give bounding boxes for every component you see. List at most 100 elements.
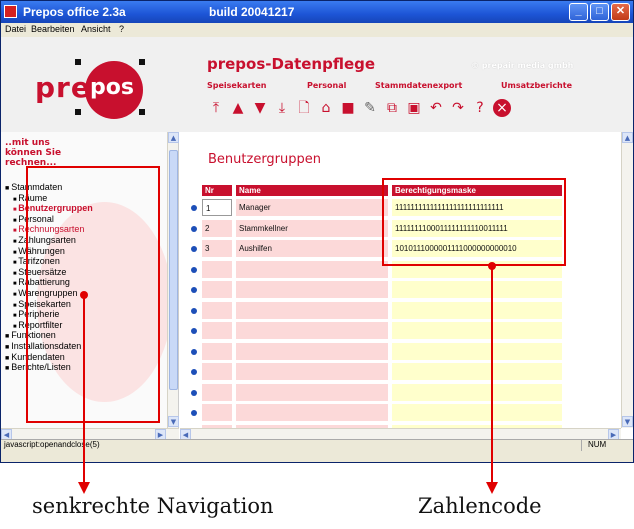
home-icon[interactable]: ⌂ xyxy=(317,99,335,117)
row-marker-icon[interactable] xyxy=(191,369,197,375)
table-cell[interactable] xyxy=(236,342,388,360)
table-cell[interactable] xyxy=(236,322,388,339)
undo-icon[interactable]: ↶ xyxy=(427,99,445,117)
close-circle-icon[interactable]: × xyxy=(493,99,511,117)
annotation-arrowhead xyxy=(486,482,498,494)
prepos-logo: pre pos xyxy=(27,51,155,121)
table-cell[interactable] xyxy=(202,383,232,401)
last-icon[interactable]: ⤓ xyxy=(273,99,291,117)
row-marker-icon[interactable] xyxy=(191,225,197,232)
help-icon[interactable]: ? xyxy=(471,99,489,117)
logo-text-pre: pre xyxy=(35,71,91,104)
row-marker-icon[interactable] xyxy=(191,328,197,334)
table-cell[interactable] xyxy=(392,281,562,298)
row-marker-icon[interactable] xyxy=(191,287,197,293)
app-header: pre pos prepos-Datenpflege © prepair med… xyxy=(1,37,633,132)
caption-left: senkrechte Navigation xyxy=(32,494,274,518)
table-cell[interactable] xyxy=(392,383,562,401)
first-icon[interactable]: ⤒ xyxy=(207,99,225,117)
menu-bearbeiten[interactable]: Bearbeiten xyxy=(31,24,75,34)
minimize-button[interactable]: _ xyxy=(569,3,588,21)
row-marker-icon[interactable] xyxy=(191,266,197,273)
nav-link-speisekarten[interactable]: Speisekarten xyxy=(207,81,266,90)
paste-icon[interactable]: ▣ xyxy=(405,99,423,117)
table-cell[interactable]: 1 xyxy=(202,199,232,216)
table-cell[interactable]: 2 xyxy=(202,219,232,237)
edit-icon[interactable]: ✎ xyxy=(361,99,379,117)
scroll-up-icon[interactable]: ▲ xyxy=(168,132,179,143)
annotation-box-navigation xyxy=(26,166,160,423)
nav-link-umsatzberichte[interactable]: Umsatzberichte xyxy=(501,81,572,90)
window-title: Prepos office 2.3a xyxy=(23,5,126,19)
status-bar: javascript:openandclose(5) NUM xyxy=(1,439,633,451)
table-cell[interactable] xyxy=(236,383,388,401)
nav-link-personal[interactable]: Personal xyxy=(307,81,346,90)
app-icon xyxy=(4,5,17,18)
table-cell[interactable] xyxy=(236,363,388,380)
table-cell[interactable] xyxy=(392,301,562,319)
column-header[interactable]: Nr xyxy=(202,185,232,196)
annotation-arrowhead xyxy=(78,482,90,494)
table-cell[interactable] xyxy=(202,322,232,339)
table-cell[interactable]: Aushilfen xyxy=(236,240,388,257)
logo-text-pos: pos xyxy=(90,75,134,100)
menu-datei[interactable]: Datei xyxy=(5,24,26,34)
main-panel: Benutzergruppen Nr Name Berechtigungsmaske… xyxy=(180,132,621,428)
row-marker-icon[interactable] xyxy=(191,205,197,211)
main-hscrollbar[interactable]: ◀ ▶ xyxy=(180,428,621,440)
table-cell[interactable] xyxy=(236,404,388,421)
table-cell[interactable] xyxy=(202,342,232,360)
table-cell[interactable] xyxy=(202,404,232,421)
logo-dot xyxy=(75,109,81,115)
row-marker-icon[interactable] xyxy=(191,410,197,416)
table-cell[interactable] xyxy=(202,301,232,319)
title-bar: Prepos office 2.3a build 20041217 _ □ ✕ xyxy=(1,1,633,23)
table-cell[interactable] xyxy=(392,404,562,421)
up-icon[interactable]: ▲ xyxy=(229,99,247,117)
main-scrollbar[interactable]: ▲ ▼ xyxy=(621,132,633,428)
table-cell[interactable]: 3 xyxy=(202,240,232,257)
table-cell[interactable] xyxy=(236,260,388,278)
down-icon[interactable]: ▼ xyxy=(251,99,269,117)
table-cell[interactable] xyxy=(236,301,388,319)
table-cell[interactable] xyxy=(202,260,232,278)
nav-link-stammdatenexport[interactable]: Stammdatenexport xyxy=(375,81,462,90)
row-marker-icon[interactable] xyxy=(191,389,197,396)
row-marker-icon[interactable] xyxy=(191,348,197,355)
table-cell[interactable] xyxy=(202,281,232,298)
menu-help[interactable]: ? xyxy=(119,24,124,34)
scroll-down-icon[interactable]: ▼ xyxy=(622,416,633,427)
table-cell[interactable]: Manager xyxy=(236,199,388,216)
row-marker-icon[interactable] xyxy=(191,307,197,314)
table-cell[interactable]: Stammkellner xyxy=(236,219,388,237)
column-header[interactable]: Name xyxy=(236,185,388,196)
logo-dot xyxy=(139,59,145,65)
status-text: javascript:openandclose(5) xyxy=(4,440,100,449)
table-cell[interactable] xyxy=(202,363,232,380)
sidebar-hscrollbar[interactable]: ◀ ▶ xyxy=(1,428,179,440)
logo-dot xyxy=(75,59,81,65)
scroll-up-icon[interactable]: ▲ xyxy=(622,132,633,143)
table-cell[interactable] xyxy=(236,281,388,298)
menu-ansicht[interactable]: Ansicht xyxy=(81,24,111,34)
annotation-box-code xyxy=(382,178,566,266)
scroll-down-icon[interactable]: ▼ xyxy=(168,416,179,427)
sidebar-scroll-thumb[interactable] xyxy=(169,150,178,390)
close-button[interactable]: ✕ xyxy=(611,3,630,21)
new-page-icon[interactable]: 🗋 xyxy=(295,99,313,117)
save-icon[interactable]: ■ xyxy=(339,99,357,117)
redo-icon[interactable]: ↷ xyxy=(449,99,467,117)
copy-icon[interactable]: ⧉ xyxy=(383,99,401,117)
copyright: © prepair media gmbh xyxy=(471,61,574,70)
num-indicator: NUM xyxy=(581,440,621,451)
table-cell[interactable] xyxy=(392,322,562,339)
table-cell[interactable] xyxy=(392,363,562,380)
maximize-button[interactable]: □ xyxy=(590,3,609,21)
menu-bar: Datei Bearbeiten Ansicht ? xyxy=(1,23,633,37)
table-cell[interactable] xyxy=(392,342,562,360)
annotation-arrow-line xyxy=(83,297,85,483)
row-marker-icon[interactable] xyxy=(191,246,197,252)
sidebar-tagline: ..mit uns können Sie rechnen... xyxy=(5,138,62,168)
sidebar-scrollbar[interactable]: ▲ ▼ xyxy=(167,132,179,428)
page-title: Benutzergruppen xyxy=(208,152,322,167)
